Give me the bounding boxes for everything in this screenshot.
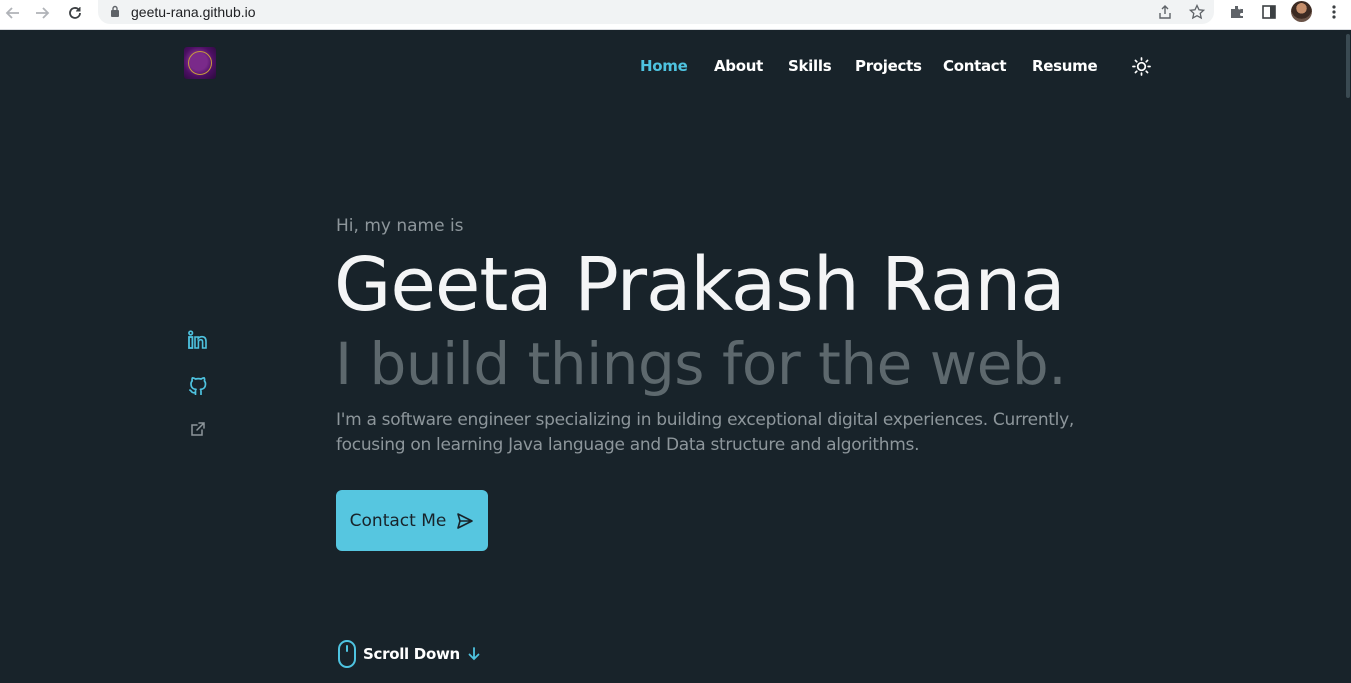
extensions-icon[interactable]	[1227, 2, 1247, 22]
linkedin-icon[interactable]	[187, 329, 209, 351]
lock-icon	[111, 5, 119, 17]
nav-projects[interactable]: Projects	[855, 57, 922, 75]
share-icon[interactable]	[1155, 2, 1175, 22]
external-link-icon[interactable]	[187, 418, 209, 440]
hero-description: I'm a software engineer specializing in …	[336, 410, 1074, 455]
scroll-down-label: Scroll Down	[363, 645, 460, 663]
site-logo[interactable]	[184, 47, 216, 79]
hero-tagline: I build things for the web.	[335, 330, 1067, 398]
bookmark-star-icon[interactable]	[1187, 2, 1207, 22]
contact-me-label: Contact Me	[349, 510, 447, 531]
logo-emblem	[188, 51, 212, 75]
nav-home[interactable]: Home	[640, 57, 688, 75]
nav-skills[interactable]: Skills	[788, 57, 832, 75]
intro-text: Hi, my name is	[336, 216, 464, 236]
back-icon[interactable]	[2, 2, 24, 24]
address-bar[interactable]: geetu-rana.github.io	[98, 0, 1214, 24]
nav-resume[interactable]: Resume	[1032, 57, 1098, 75]
github-icon[interactable]	[187, 374, 209, 396]
theme-toggle-sun-icon[interactable]	[1132, 57, 1151, 76]
scroll-down-link[interactable]: Scroll Down	[337, 640, 480, 668]
side-panel-icon[interactable]	[1259, 2, 1279, 22]
nav-contact[interactable]: Contact	[943, 57, 1007, 75]
arrow-down-icon	[468, 647, 480, 661]
profile-avatar[interactable]	[1291, 1, 1312, 22]
more-options-icon[interactable]	[1324, 2, 1344, 22]
forward-icon[interactable]	[31, 2, 53, 24]
url-text: geetu-rana.github.io	[131, 4, 256, 20]
send-icon	[457, 512, 474, 529]
mouse-icon	[338, 640, 356, 668]
contact-me-button[interactable]: Contact Me	[336, 490, 488, 551]
scrollbar[interactable]	[1345, 30, 1351, 683]
reload-icon[interactable]	[64, 2, 86, 24]
browser-toolbar: geetu-rana.github.io	[0, 0, 1351, 30]
hero-name: Geeta Prakash Rana	[334, 242, 1066, 328]
scrollbar-thumb[interactable]	[1346, 34, 1350, 98]
nav-about[interactable]: About	[714, 57, 763, 75]
